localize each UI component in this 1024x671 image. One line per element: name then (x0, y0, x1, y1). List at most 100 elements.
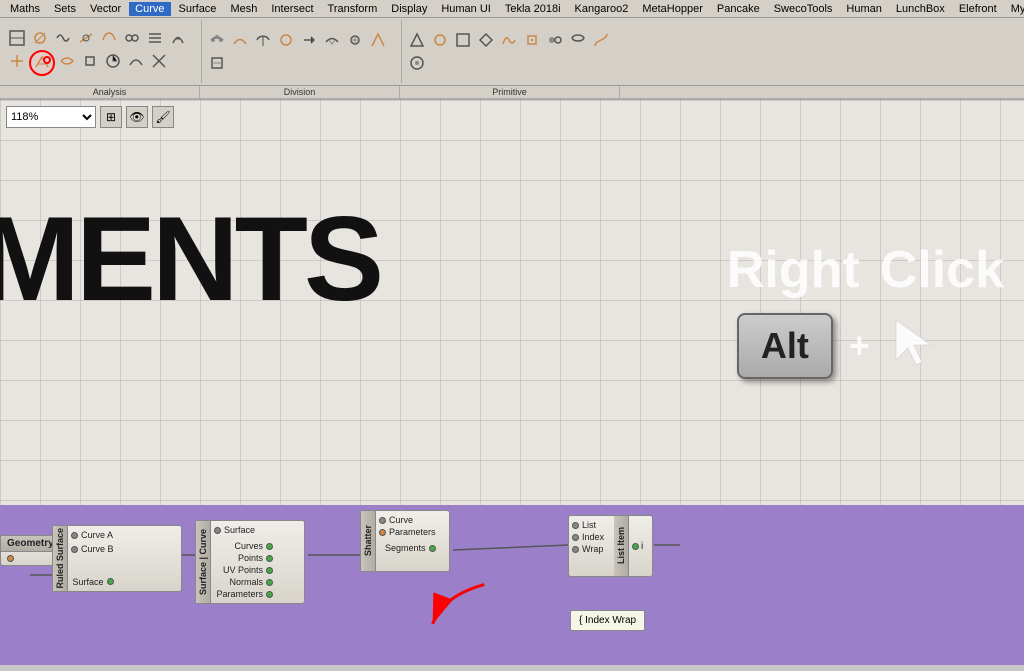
menu-intersect[interactable]: Intersect (265, 2, 319, 16)
prim-btn-8[interactable] (567, 29, 589, 51)
tb-btn-11[interactable] (79, 50, 101, 72)
tb-btn-1[interactable] (6, 27, 28, 49)
tb-btn-9[interactable] (6, 50, 28, 72)
div-btn-6[interactable] (321, 29, 343, 51)
menu-human[interactable]: Human (840, 2, 887, 16)
normals-out-label: Normals (229, 577, 263, 587)
prim-btn-3[interactable] (452, 29, 474, 51)
surface-curve-node[interactable]: Surface | Curve Surface Curves Points (195, 520, 305, 604)
list-item-out-dot (632, 543, 639, 550)
menu-mytekla[interactable]: MyTekla (1005, 2, 1024, 16)
tb-btn-7[interactable] (144, 27, 166, 49)
div-btn-1[interactable] (206, 29, 228, 51)
shatter-title: Shatter (363, 525, 373, 556)
menu-metahopper[interactable]: MetaHopper (636, 2, 709, 16)
menu-lunchbox[interactable]: LunchBox (890, 2, 951, 16)
index-wrap-tooltip: { Index Wrap (570, 610, 645, 631)
alt-row: Alt + (737, 310, 946, 382)
menu-vector[interactable]: Vector (84, 2, 127, 16)
paint-icon[interactable]: 🖌 (152, 106, 174, 128)
normals-out-dot (266, 579, 273, 586)
div-btn-5[interactable] (298, 29, 320, 51)
uvpoints-out-port: UV Points (214, 564, 273, 576)
params-in-port: Parameters (379, 526, 436, 538)
tb-btn-5[interactable] (98, 27, 120, 49)
menu-mesh[interactable]: Mesh (224, 2, 263, 16)
div-btn-3[interactable] (252, 29, 274, 51)
curve-in-port: Curve (379, 514, 436, 526)
tb-btn-10[interactable] (56, 50, 78, 72)
surface-curve-title: Surface | Curve (198, 529, 208, 595)
parameters-out-dot (266, 591, 273, 598)
curves-out-port: Curves (214, 540, 273, 552)
list-item-out-label: i (641, 541, 643, 552)
menu-sets[interactable]: Sets (48, 2, 82, 16)
tb-btn-3[interactable] (52, 27, 74, 49)
tb-btn-8[interactable] (167, 27, 189, 49)
div-btn-2[interactable] (229, 29, 251, 51)
prim-btn-9[interactable] (590, 29, 612, 51)
toolbar-row (0, 18, 1024, 85)
segments-out-label: Segments (385, 543, 426, 553)
tb-btn-13[interactable] (125, 50, 147, 72)
menu-elefront[interactable]: Elefront (953, 2, 1003, 16)
tb-btn-14[interactable] (148, 50, 170, 72)
geometry-port (7, 554, 48, 563)
tb-btn-12[interactable] (102, 50, 124, 72)
menu-transform[interactable]: Transform (322, 2, 384, 16)
prim-btn-1[interactable] (406, 29, 428, 51)
div-btn-7[interactable] (344, 29, 366, 51)
shatter-label: Shatter (361, 511, 376, 571)
menu-tekla[interactable]: Tekla 2018i (499, 2, 567, 16)
menu-maths[interactable]: Maths (4, 2, 46, 16)
points-out-port: Points (214, 552, 273, 564)
zoom-select[interactable]: 50% 75% 100% 118% 150% 200% (6, 106, 96, 128)
right-word: Right (727, 240, 860, 300)
label-analysis: Analysis (0, 86, 200, 98)
prim-btn-7[interactable] (544, 29, 566, 51)
list-in-port: List (572, 519, 611, 531)
list-item-node[interactable]: List Index Wrap List Item i (568, 515, 653, 577)
ruled-surface-title: Ruled Surface (55, 528, 65, 589)
shatter-node[interactable]: Shatter Curve Parameters Segments (360, 510, 450, 572)
prim-btn-2[interactable] (429, 29, 451, 51)
menu-human-ui[interactable]: Human UI (435, 2, 497, 16)
tb-btn-2[interactable] (29, 27, 51, 49)
tb-btn-highlighted[interactable] (29, 50, 55, 76)
menu-swecotools[interactable]: SwecoTools (768, 2, 839, 16)
curve-b-dot (71, 546, 78, 553)
params-in-label: Parameters (389, 527, 436, 537)
points-out-label: Points (238, 553, 263, 563)
surf-in-label: Surface (224, 525, 255, 535)
tb-btn-4[interactable] (75, 27, 97, 49)
prim-btn-6[interactable] (521, 29, 543, 51)
surf-in-dot (214, 527, 221, 534)
zoom-frame-icon[interactable]: ⊞ (100, 106, 122, 128)
geometry-node-title: Geometry (1, 536, 54, 552)
wrap-in-label: Wrap (582, 544, 603, 554)
menu-display[interactable]: Display (385, 2, 433, 16)
menu-curve[interactable]: Curve (129, 2, 170, 16)
div-btn-9[interactable] (206, 52, 228, 74)
eye-icon[interactable]: 👁 (126, 106, 148, 128)
div-btn-4[interactable] (275, 29, 297, 51)
tb-btn-6[interactable] (121, 27, 143, 49)
normals-out-port: Normals (214, 576, 273, 588)
toolbar-section-analysis (2, 20, 202, 83)
ruled-surface-node[interactable]: Ruled Surface Curve A Curve B Surface (52, 525, 182, 592)
prim-btn-5[interactable] (498, 29, 520, 51)
alt-key: Alt (737, 313, 833, 379)
curves-out-dot (266, 543, 273, 550)
cursor-icon (886, 310, 946, 382)
menu-pancake[interactable]: Pancake (711, 2, 766, 16)
div-btn-8[interactable] (367, 29, 389, 51)
menu-surface[interactable]: Surface (173, 2, 223, 16)
click-word: Click (880, 240, 1004, 300)
uvpoints-out-dot (266, 567, 273, 574)
label-division: Division (200, 86, 400, 98)
surface-out-dot (107, 578, 114, 585)
prim-btn-10[interactable] (406, 52, 428, 74)
menu-kangaroo[interactable]: Kangaroo2 (569, 2, 635, 16)
curve-in-dot (379, 517, 386, 524)
prim-btn-4[interactable] (475, 29, 497, 51)
